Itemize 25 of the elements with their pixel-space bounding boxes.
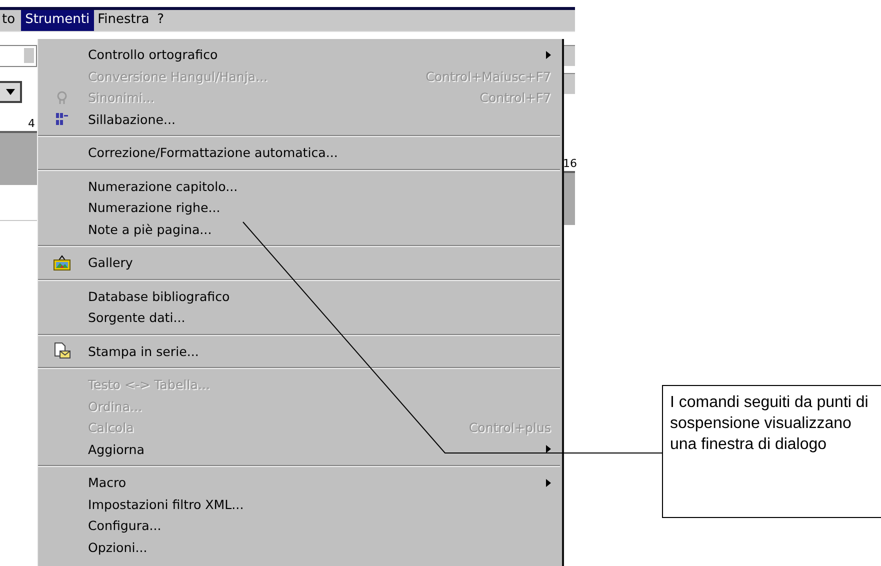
- combo-box[interactable]: [0, 45, 37, 67]
- menu-title[interactable]: Finestra: [94, 10, 154, 31]
- menu-title[interactable]: ?: [153, 10, 168, 31]
- menu-item[interactable]: Impostazioni filtro XML...: [38, 494, 562, 515]
- menu-item[interactable]: Numerazione righe...: [38, 197, 562, 218]
- menu-item[interactable]: Sorgente dati...: [38, 307, 562, 328]
- caret-icon: [6, 89, 14, 95]
- menu-item[interactable]: Gallery: [38, 252, 562, 274]
- menu-item[interactable]: Configura...: [38, 515, 562, 536]
- menu-item[interactable]: Aggiorna: [38, 438, 562, 460]
- menu-item[interactable]: Stampa in serie...: [38, 340, 562, 362]
- menu-title[interactable]: Strumenti: [21, 10, 94, 31]
- menu-title[interactable]: to: [0, 10, 20, 31]
- menu-item[interactable]: Opzioni...: [38, 536, 562, 558]
- menu-item[interactable]: Controllo ortografico: [38, 44, 562, 66]
- callout-text: I comandi seguiti da punti di sospensione visualizzano una finestra di dialogo: [670, 393, 870, 455]
- ruler-label: 4: [28, 116, 36, 130]
- menu-item[interactable]: Database bibliografico: [38, 286, 562, 307]
- menu-item[interactable]: Macro: [38, 472, 562, 494]
- dropdown-button[interactable]: [0, 81, 22, 103]
- menu-item[interactable]: Note a piè pagina...: [38, 218, 562, 240]
- menu-item[interactable]: Correzione/Formattazione automatica...: [38, 142, 562, 164]
- menu-item[interactable]: Sillabazione...: [38, 108, 562, 130]
- ruler-label: 16: [563, 156, 577, 170]
- menu-item[interactable]: Numerazione capitolo...: [38, 176, 562, 197]
